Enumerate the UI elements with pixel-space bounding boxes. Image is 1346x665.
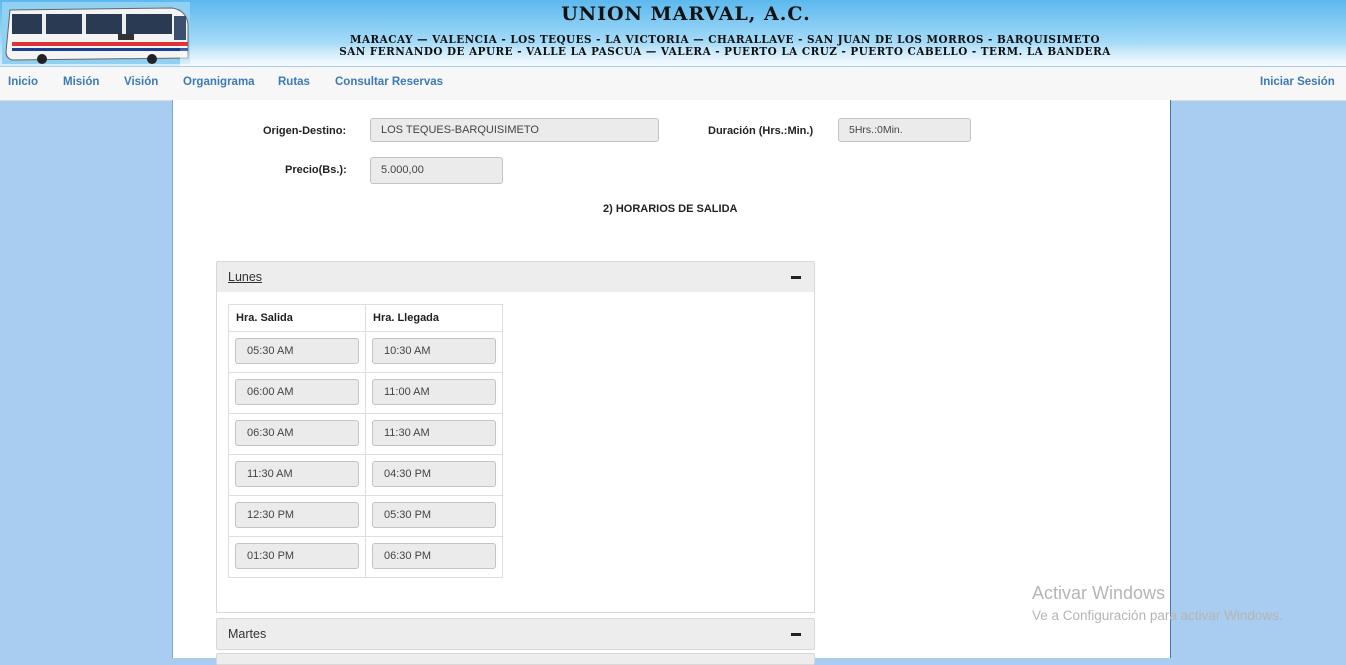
origin-destination-field[interactable]: LOS TEQUES-BARQUISIMETO	[370, 118, 659, 142]
nav-consultar-reservas[interactable]: Consultar Reservas	[335, 76, 443, 88]
company-title: UNION MARVAL, A.C.	[561, 3, 811, 25]
nav-rutas[interactable]: Rutas	[278, 76, 310, 88]
table-row: 06:00 AM 11:00 AM	[228, 372, 503, 414]
routes-line-2: SAN FERNANDO DE APURE - VALLE LA PASCUA …	[339, 45, 1111, 59]
collapse-minus-icon[interactable]	[791, 633, 801, 636]
table-row: 05:30 AM 10:30 AM	[228, 331, 503, 373]
accordion-title-martes[interactable]: Martes	[228, 627, 266, 641]
schedule-table: Hra. Salida Hra. Llegada 05:30 AM 10:30 …	[228, 304, 503, 578]
nav-inicio[interactable]: Inicio	[8, 76, 38, 88]
origin-destination-label: Origen-Destino:	[263, 125, 347, 137]
arrival-time-field[interactable]: 04:30 PM	[372, 461, 496, 487]
table-row: 12:30 PM 05:30 PM	[228, 495, 503, 537]
price-field[interactable]: 5.000,00	[370, 157, 503, 184]
accordion-body-lunes: Hra. Salida Hra. Llegada 05:30 AM 10:30 …	[216, 292, 815, 613]
header-banner: UNION MARVAL, A.C. MARACAY — VALENCIA - …	[0, 0, 1346, 66]
table-row: 11:30 AM 04:30 PM	[228, 454, 503, 496]
column-header-departure: Hra. Salida	[228, 304, 366, 332]
price-label: Precio(Bs.):	[285, 164, 347, 176]
accordion-header-martes[interactable]: Martes	[216, 618, 815, 650]
departure-time-field[interactable]: 06:30 AM	[235, 420, 359, 446]
departure-time-field[interactable]: 12:30 PM	[235, 502, 359, 528]
arrival-time-field[interactable]: 10:30 AM	[372, 338, 496, 364]
departure-time-field[interactable]: 11:30 AM	[235, 461, 359, 487]
arrival-time-field[interactable]: 05:30 PM	[372, 502, 496, 528]
main-navbar: Inicio Misión Visión Organigrama Rutas C…	[0, 67, 1346, 101]
arrival-time-field[interactable]: 11:30 AM	[372, 420, 496, 446]
nav-mision[interactable]: Misión	[63, 76, 99, 88]
duration-label: Duración (Hrs.:Min.)	[708, 125, 814, 137]
collapse-minus-icon[interactable]	[791, 276, 801, 279]
main-content: Origen-Destino: LOS TEQUES-BARQUISIMETO …	[172, 100, 1171, 665]
departure-time-field[interactable]: 01:30 PM	[235, 543, 359, 569]
bus-logo	[2, 2, 190, 64]
schedules-section-title: 2) HORARIOS DE SALIDA	[603, 203, 738, 215]
accordion-title-lunes[interactable]: Lunes	[228, 270, 262, 284]
table-row: 06:30 AM 11:30 AM	[228, 413, 503, 455]
arrival-time-field[interactable]: 06:30 PM	[372, 543, 496, 569]
nav-vision[interactable]: Visión	[124, 76, 158, 88]
table-row: 01:30 PM 06:30 PM	[228, 536, 503, 578]
nav-login[interactable]: Iniciar Sesión	[1260, 76, 1335, 88]
windows-activation-watermark: Activar Windows Ve a Configuración para …	[1032, 583, 1283, 623]
departure-time-field[interactable]: 06:00 AM	[235, 379, 359, 405]
accordion-header-next[interactable]	[216, 653, 815, 665]
accordion-header-lunes[interactable]: Lunes	[216, 261, 815, 293]
duration-field[interactable]: 5Hrs.:0Min.	[838, 118, 971, 142]
watermark-subtitle: Ve a Configuración para activar Windows.	[1032, 608, 1283, 623]
nav-organigrama[interactable]: Organigrama	[183, 76, 255, 88]
watermark-title: Activar Windows	[1032, 583, 1166, 603]
arrival-time-field[interactable]: 11:00 AM	[372, 379, 496, 405]
departure-time-field[interactable]: 05:30 AM	[235, 338, 359, 364]
column-header-arrival: Hra. Llegada	[365, 304, 503, 332]
